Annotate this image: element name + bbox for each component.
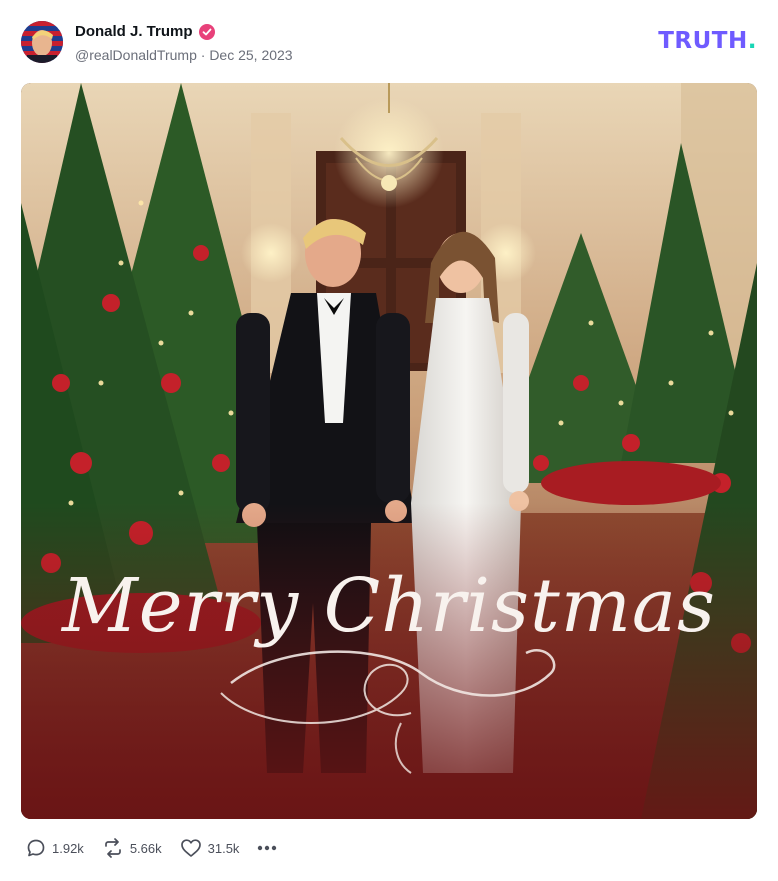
reply-button[interactable]: 1.92k xyxy=(26,838,84,858)
logo-dot: . xyxy=(747,28,757,54)
separator: · xyxy=(200,47,206,63)
retruth-count: 5.66k xyxy=(129,840,162,856)
reply-count: 1.92k xyxy=(52,840,84,856)
like-count: 31.5k xyxy=(207,840,240,856)
post-date[interactable]: Dec 25, 2023 xyxy=(209,47,292,63)
post-actions: 1.92k 5.66k 31.5k xyxy=(26,838,295,858)
like-button[interactable]: 31.5k xyxy=(180,838,240,858)
logo-text: TRUTH xyxy=(658,28,748,54)
post-image[interactable]: Merry Christmas xyxy=(21,83,757,819)
reply-icon xyxy=(26,838,46,858)
heart-icon xyxy=(180,838,202,858)
truth-logo[interactable]: TRUTH. xyxy=(658,28,757,54)
verified-badge-icon xyxy=(198,23,215,40)
image-greeting-text: Merry Christmas xyxy=(60,563,716,649)
author-row: Donald J. Trump xyxy=(75,23,215,40)
more-dots-icon xyxy=(257,845,277,851)
handle-row: @realDonaldTrump · Dec 25, 2023 xyxy=(75,47,293,63)
more-options-button[interactable] xyxy=(257,845,277,851)
retruth-button[interactable]: 5.66k xyxy=(102,838,162,858)
author-handle[interactable]: @realDonaldTrump xyxy=(75,47,197,63)
author-name[interactable]: Donald J. Trump xyxy=(75,23,193,40)
post-header: Donald J. Trump @realDonaldTrump · Dec 2… xyxy=(21,20,757,66)
avatar[interactable] xyxy=(21,21,63,63)
retruth-icon xyxy=(102,838,124,858)
